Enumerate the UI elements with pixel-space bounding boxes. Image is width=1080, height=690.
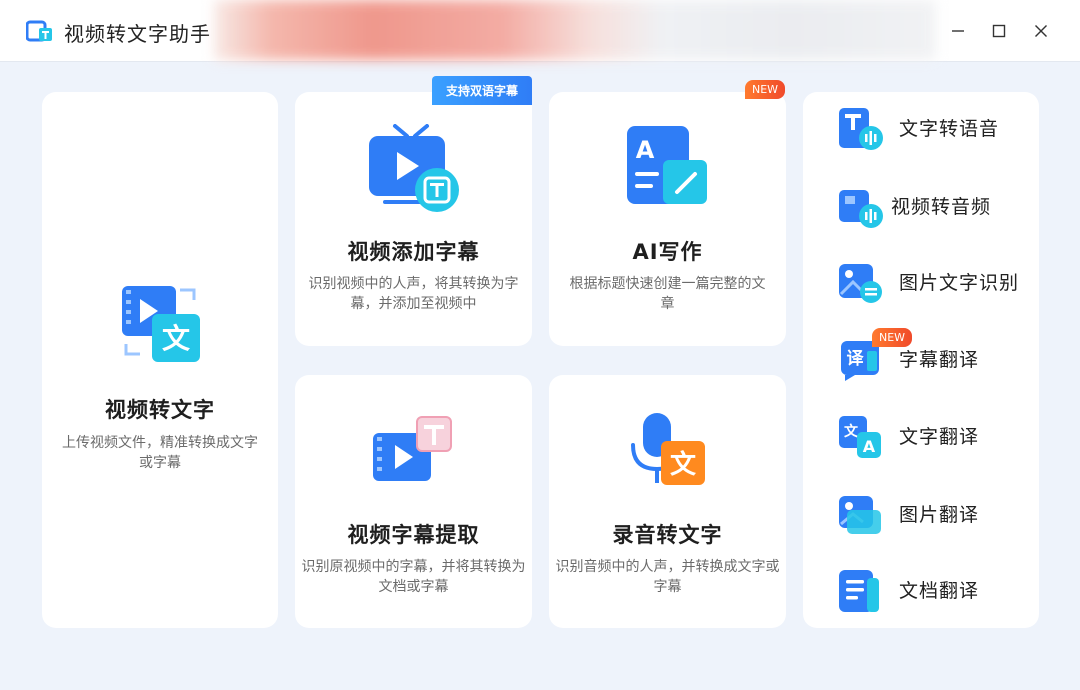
text-to-speech-icon: [839, 108, 883, 150]
side-item-label: 图片翻译: [899, 504, 980, 526]
maximize-button[interactable]: [982, 14, 1016, 48]
card-title: 视频转文字: [105, 398, 215, 422]
maximize-icon: [992, 24, 1006, 38]
video-to-text-card[interactable]: 文 视频转文字 上传视频文件，精准转换成文字或字幕: [42, 92, 278, 628]
svg-text:A: A: [863, 437, 876, 456]
svg-text:文: 文: [162, 322, 190, 355]
svg-text:文: 文: [670, 449, 697, 480]
svg-text:文: 文: [844, 423, 859, 440]
add-subtitles-card[interactable]: 视频添加字幕 识别视频中的人声，将其转换为字幕，并添加至视频中: [295, 92, 532, 346]
card-title: 视频添加字幕: [347, 240, 480, 264]
side-item-label: 视频转音频: [891, 196, 992, 218]
side-item-video-to-audio[interactable]: 视频转音频: [803, 176, 1039, 236]
side-item-label: 字幕翻译: [899, 349, 980, 371]
card-description: 识别原视频中的字幕，并将其转换为文档或字幕: [301, 559, 526, 595]
ad-banner[interactable]: [214, 0, 936, 60]
extract-subtitles-card[interactable]: 视频字幕提取 识别原视频中的字幕，并将其转换为文档或字幕: [295, 375, 532, 628]
bilingual-subtitle-badge: 支持双语字幕: [432, 76, 532, 105]
image-translate-icon: [839, 496, 881, 534]
tv-subtitle-icon: [369, 124, 459, 212]
document-translate-icon: [839, 570, 879, 612]
new-badge: NEW: [872, 328, 913, 347]
side-item-label: 文字转语音: [899, 118, 1000, 140]
side-item-image-ocr[interactable]: 图片文字识别: [803, 252, 1039, 312]
side-item-image-translate[interactable]: 图片翻译: [803, 484, 1039, 544]
card-description: 识别音频中的人声，并转换成文字或字幕: [555, 559, 780, 595]
tools-side-panel: 文字转语音 视频转音频 图片文字识别 译 字幕翻译 文 A 文字翻译 图片翻译 …: [803, 92, 1039, 628]
svg-text:A: A: [636, 136, 655, 164]
microphone-text-icon: 文: [631, 413, 705, 485]
side-item-label: 文字翻译: [899, 426, 980, 448]
card-title: 视频字幕提取: [347, 523, 480, 547]
minimize-button[interactable]: [941, 14, 975, 48]
card-title: AI写作: [632, 240, 703, 264]
side-item-subtitle-translate[interactable]: 译 字幕翻译: [803, 329, 1039, 389]
app-title: 视频转文字助手: [64, 22, 211, 46]
title-bar: 视频转文字助手: [0, 0, 1080, 62]
subtitle-extract-icon: [373, 416, 452, 481]
document-edit-icon: A: [627, 126, 707, 204]
new-badge: NEW: [745, 80, 786, 99]
side-item-text-to-speech[interactable]: 文字转语音: [803, 98, 1039, 158]
side-item-label: 图片文字识别: [899, 272, 1020, 294]
svg-text:译: 译: [847, 349, 865, 369]
close-button[interactable]: [1024, 14, 1058, 48]
card-description: 根据标题快速创建一篇完整的文章: [569, 276, 766, 312]
app-logo-icon: [26, 20, 52, 42]
video-to-audio-icon: [839, 190, 883, 228]
audio-to-text-card[interactable]: 文 录音转文字 识别音频中的人声，并转换成文字或字幕: [549, 375, 786, 628]
side-item-label: 文档翻译: [899, 580, 980, 602]
card-description: 识别视频中的人声，将其转换为字幕，并添加至视频中: [308, 276, 519, 312]
minimize-icon: [952, 30, 964, 32]
text-translate-icon: 文 A: [839, 416, 881, 458]
card-description: 上传视频文件，精准转换成文字或字幕: [62, 435, 258, 471]
ai-writing-card[interactable]: A AI写作 根据标题快速创建一篇完整的文章: [549, 92, 786, 346]
side-item-document-translate[interactable]: 文档翻译: [803, 560, 1039, 620]
side-item-text-translate[interactable]: 文 A 文字翻译: [803, 406, 1039, 466]
card-title: 录音转文字: [612, 523, 723, 547]
image-ocr-icon: [839, 264, 882, 303]
video-to-text-icon: 文: [122, 286, 200, 362]
close-icon: [1035, 25, 1047, 37]
